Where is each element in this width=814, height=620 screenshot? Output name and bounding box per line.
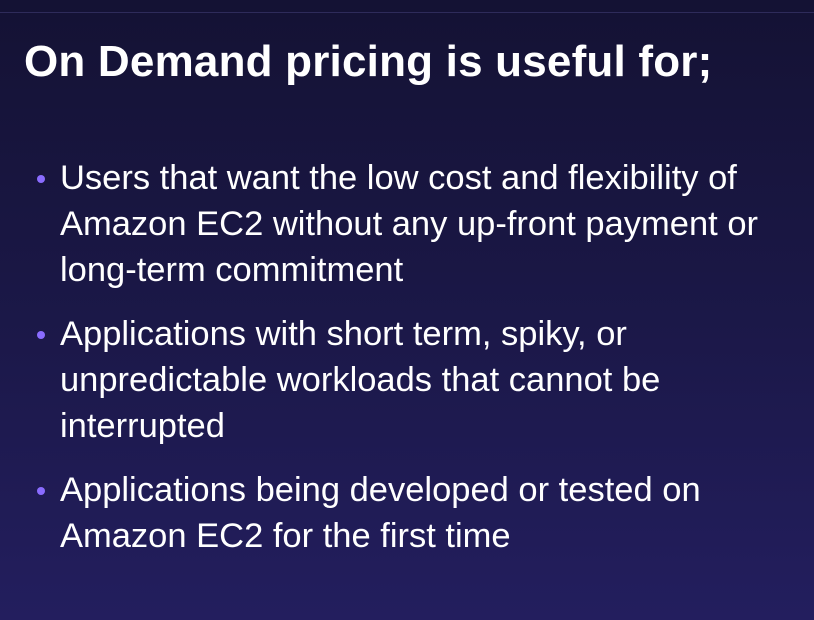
bullet-item-3: Applications being developed or tested o… [36, 467, 814, 559]
slide-title: On Demand pricing is useful for; [24, 37, 713, 86]
bullet-text-line: Amazon EC2 for the first time [60, 517, 511, 555]
bullet-dot-icon [37, 331, 45, 339]
bullet-text-line: long-term commitment [60, 251, 404, 289]
bullet-text-line: Amazon EC2 without any up-front payment … [60, 205, 759, 243]
bullet-text-line: Applications with short term, spiky, or [60, 315, 627, 353]
bullet-dot-icon [37, 487, 45, 495]
bullet-text-line: interrupted [60, 407, 225, 445]
bullet-item-2: Applications with short term, spiky, or … [36, 311, 814, 449]
bullet-text-line: unpredictable workloads that cannot be [60, 361, 661, 399]
bullet-list: Users that want the low cost and flexibi… [36, 155, 814, 577]
bullet-dot-icon [37, 175, 45, 183]
bullet-text-line: Applications being developed or tested o… [60, 471, 701, 509]
bullet-text-line: Users that want the low cost and flexibi… [60, 159, 737, 197]
bullet-item-1: Users that want the low cost and flexibi… [36, 155, 814, 293]
top-divider [0, 12, 814, 13]
